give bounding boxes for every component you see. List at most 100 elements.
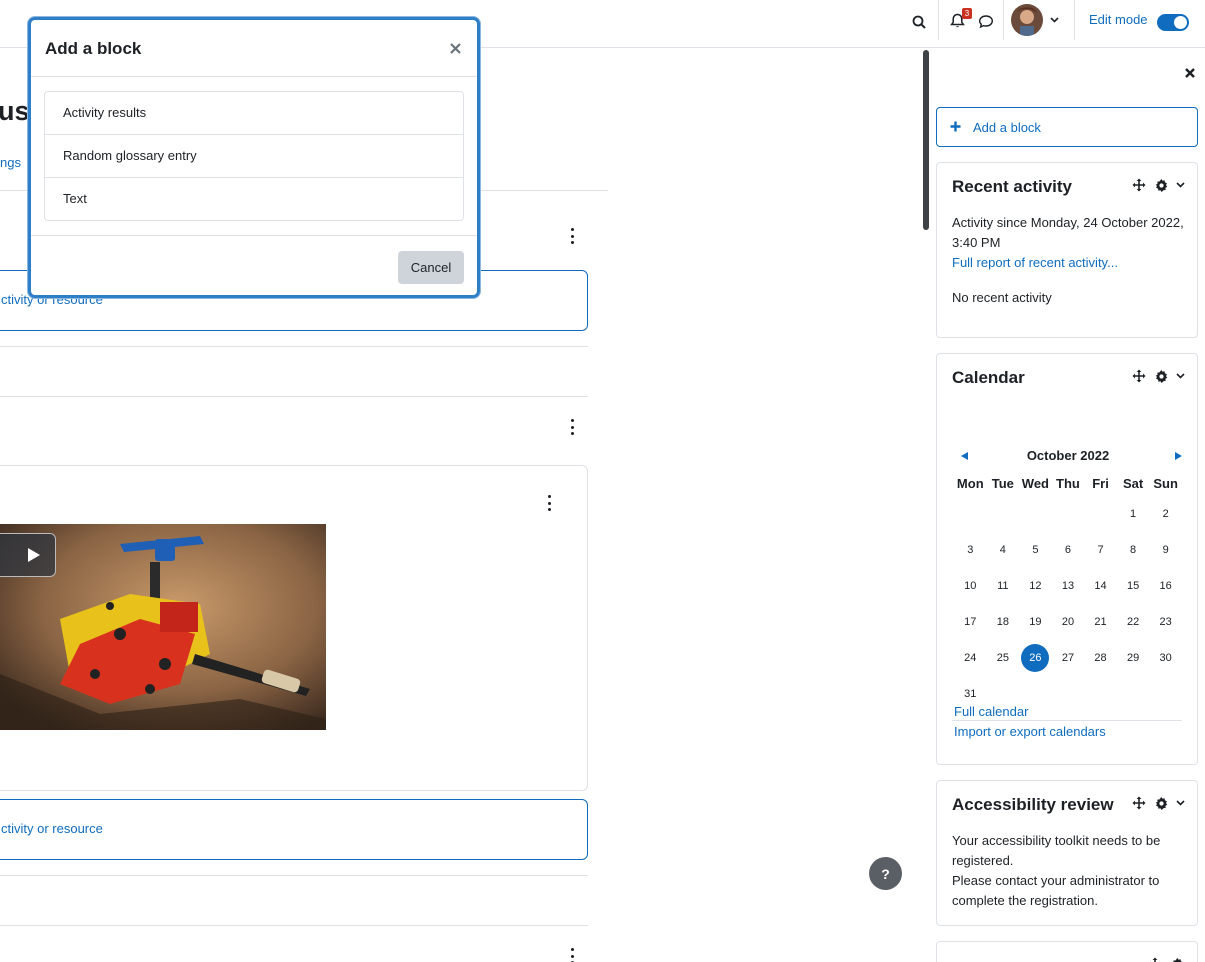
calendar-day[interactable]: 13 [1052, 568, 1085, 604]
calendar-day[interactable]: 10 [954, 568, 987, 604]
calendar-day-number: 20 [1061, 616, 1075, 628]
calendar-day[interactable]: 2 [1149, 496, 1182, 532]
calendar-day[interactable]: 28 [1084, 640, 1117, 676]
calendar-day[interactable]: 5 [1019, 532, 1052, 568]
no-activity-text: No recent activity [952, 290, 1052, 305]
accessibility-review-block: Accessibility review Your accessibility … [936, 780, 1198, 926]
activity-menu-icon[interactable] [544, 495, 554, 511]
weekday-header: Mon [956, 476, 984, 491]
calendar-day-number: 7 [1097, 544, 1104, 556]
prev-month-icon[interactable] [958, 450, 970, 462]
gear-icon[interactable] [1153, 795, 1169, 811]
chevron-down-icon[interactable] [1175, 177, 1185, 193]
calendar-day[interactable]: 17 [954, 604, 987, 640]
calendar-grid: Mon Tue Wed Thu Fri Sat Sun 1 2 3 4 5 6 7 8 9 10 11 12 13 14… [954, 472, 1182, 712]
calendar-day[interactable]: 16 [1149, 568, 1182, 604]
calendar-day[interactable]: 21 [1084, 604, 1117, 640]
block-options-list: Activity results Random glossary entry T… [44, 91, 464, 221]
calendar-day[interactable]: 15 [1117, 568, 1150, 604]
calendar-day[interactable]: 12 [1019, 568, 1052, 604]
scrollbar-thumb[interactable] [923, 50, 929, 230]
chevron-down-icon[interactable] [1175, 795, 1185, 811]
next-month-icon[interactable] [1172, 450, 1184, 462]
calendar-day[interactable]: 1 [1117, 496, 1150, 532]
calendar-day[interactable]: 20 [1052, 604, 1085, 640]
calendar-day-number: 4 [999, 544, 1006, 556]
close-icon[interactable] [447, 40, 463, 56]
add-activity-button[interactable]: ctivity or resource [0, 799, 588, 860]
gear-icon[interactable] [1153, 368, 1169, 384]
calendar-day[interactable]: 25 [987, 640, 1020, 676]
block-option-activity-results[interactable]: Activity results [45, 92, 463, 135]
avatar[interactable] [1011, 4, 1043, 36]
navbar-divider [1074, 0, 1075, 40]
block-option-random-glossary-entry[interactable]: Random glossary entry [45, 135, 463, 178]
gear-icon[interactable] [1169, 956, 1185, 962]
import-export-calendars-link[interactable]: Import or export calendars [954, 722, 1186, 742]
cancel-button[interactable]: Cancel [398, 251, 464, 284]
close-icon[interactable] [1182, 65, 1198, 81]
move-icon[interactable] [1131, 177, 1147, 193]
navbar-divider [1003, 0, 1004, 40]
help-button[interactable]: ? [869, 857, 902, 890]
calendar-day[interactable]: 14 [1084, 568, 1117, 604]
section-menu-icon[interactable] [567, 228, 577, 244]
next-block [936, 941, 1198, 962]
calendar-day-number: 25 [996, 652, 1009, 664]
calendar-day[interactable]: 9 [1149, 532, 1182, 568]
weekday-header: Thu [1056, 476, 1080, 491]
calendar-empty-cell [954, 496, 987, 532]
calendar-day[interactable]: 22 [1117, 604, 1150, 640]
calendar-day[interactable]: 26 [1019, 640, 1052, 676]
full-calendar-link[interactable]: Full calendar [954, 702, 1186, 722]
calendar-day[interactable]: 19 [1019, 604, 1052, 640]
calendar-empty-cell [987, 496, 1020, 532]
calendar-day-number: 22 [1126, 616, 1140, 628]
move-icon[interactable] [1131, 795, 1147, 811]
calendar-day[interactable]: 3 [954, 532, 987, 568]
modal-header: Add a block [31, 20, 477, 77]
accessibility-contact-text: Please contact your administrator to com… [952, 873, 1160, 908]
move-icon[interactable] [1131, 368, 1147, 384]
search-icon[interactable] [908, 11, 930, 33]
calendar-day-number: 18 [996, 616, 1009, 628]
calendar-day-number: 21 [1094, 616, 1107, 628]
calendar-day-number: 13 [1061, 580, 1075, 592]
activity-since-text: Activity since Monday, 24 October 2022, … [952, 215, 1184, 250]
calendar-day[interactable]: 4 [987, 532, 1020, 568]
tab-settings[interactable]: ngs [0, 155, 21, 170]
block-option-text[interactable]: Text [45, 178, 463, 220]
modal-title: Add a block [45, 39, 142, 58]
chevron-down-icon[interactable] [1175, 368, 1185, 384]
add-activity-label: ctivity or resource [1, 821, 103, 836]
calendar-day[interactable]: 11 [987, 568, 1020, 604]
recent-activity-block: Recent activity Activity since Monday, 2… [936, 162, 1198, 338]
section-menu-icon[interactable] [567, 419, 577, 435]
calendar-day[interactable]: 7 [1084, 532, 1117, 568]
move-icon[interactable] [1147, 956, 1163, 962]
gear-icon[interactable] [1153, 177, 1169, 193]
add-block-button[interactable]: Add a block [936, 107, 1198, 147]
full-report-link[interactable]: Full report of recent activity... [952, 253, 1184, 273]
calendar-day[interactable]: 27 [1052, 640, 1085, 676]
section-divider [0, 925, 588, 926]
calendar-day[interactable]: 6 [1052, 532, 1085, 568]
calendar-day[interactable]: 30 [1149, 640, 1182, 676]
block-title: Accessibility review [952, 795, 1114, 814]
play-button[interactable] [0, 533, 56, 577]
calendar-day[interactable]: 18 [987, 604, 1020, 640]
edit-mode-toggle[interactable] [1157, 14, 1189, 31]
section-menu-icon[interactable] [567, 948, 577, 962]
calendar-day[interactable]: 8 [1117, 532, 1150, 568]
calendar-day[interactable]: 29 [1117, 640, 1150, 676]
calendar-day[interactable]: 23 [1149, 604, 1182, 640]
calendar-month-label: October 2022 [1026, 448, 1110, 463]
weekday-header: Fri [1092, 476, 1109, 491]
calendar-header: October 2022 [952, 448, 1184, 468]
add-block-label: Add a block [973, 120, 1041, 135]
section-divider [0, 396, 588, 397]
chat-icon[interactable] [975, 10, 997, 32]
chevron-down-icon[interactable] [1048, 13, 1060, 27]
calendar-day-number: 2 [1162, 508, 1169, 520]
calendar-day[interactable]: 24 [954, 640, 987, 676]
